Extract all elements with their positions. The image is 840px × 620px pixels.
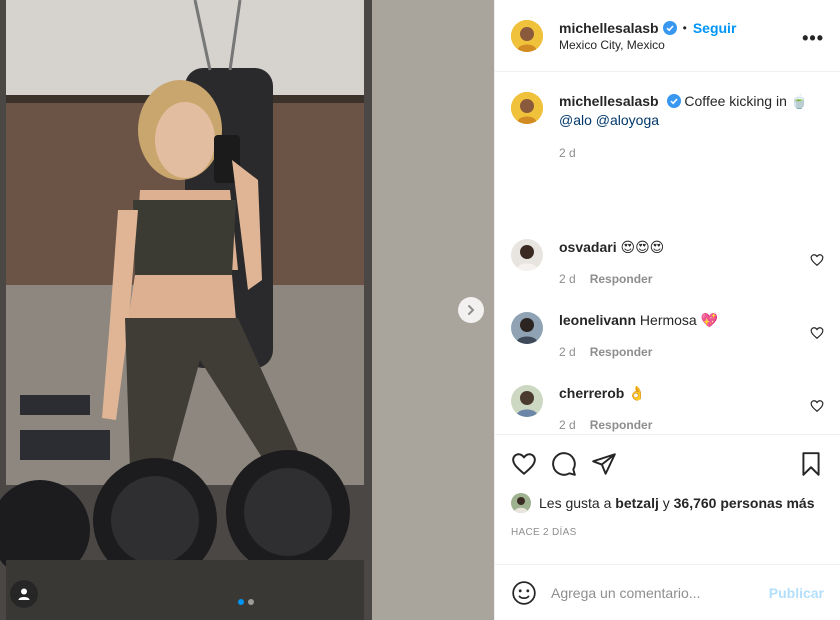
gym-mirror-selfie-image bbox=[0, 0, 494, 620]
post-caption: michellesalasb Coffee kicking in 🍵 @alo … bbox=[511, 72, 824, 163]
commenter-username[interactable]: osvadari bbox=[559, 239, 617, 255]
comment-like-icon[interactable] bbox=[810, 253, 824, 267]
instagram-post-modal: michellesalasb • Seguir Mexico City, Mex… bbox=[0, 0, 840, 620]
add-comment-bar: Publicar bbox=[495, 564, 840, 620]
comment-text: 👌 bbox=[628, 385, 646, 401]
follow-button[interactable]: Seguir bbox=[693, 20, 737, 36]
commenter-username[interactable]: leonelivann bbox=[559, 312, 636, 328]
comment-like-icon[interactable] bbox=[810, 326, 824, 340]
caption-text: Coffee kicking in 🍵 bbox=[684, 93, 809, 109]
user-tag-icon bbox=[18, 588, 30, 600]
caption-avatar[interactable] bbox=[511, 92, 543, 124]
likes-summary: Les gusta a betzalj y 36,760 personas má… bbox=[511, 493, 824, 513]
author-username[interactable]: michellesalasb bbox=[559, 20, 659, 36]
heart-icon[interactable] bbox=[511, 451, 537, 477]
author-avatar[interactable] bbox=[511, 19, 543, 52]
comment-time[interactable]: 2 d bbox=[559, 272, 576, 286]
liker-username[interactable]: betzalj bbox=[615, 495, 659, 511]
likes-prefix: Les gusta a bbox=[539, 495, 612, 511]
comment-time[interactable]: 2 d bbox=[559, 345, 576, 359]
posted-time[interactable]: HACE 2 DÍAS bbox=[511, 527, 824, 538]
liker-avatar[interactable] bbox=[511, 493, 531, 513]
comment-time[interactable]: 2 d bbox=[559, 418, 576, 432]
post-location[interactable]: Mexico City, Mexico bbox=[559, 38, 736, 52]
post-actions: Les gusta a betzalj y 36,760 personas má… bbox=[495, 434, 840, 564]
more-options-button[interactable]: ••• bbox=[802, 28, 824, 49]
comment-text: 😍😍😍 bbox=[620, 239, 665, 255]
verified-badge-icon bbox=[666, 94, 681, 108]
emoji-icon[interactable] bbox=[511, 580, 537, 606]
share-icon[interactable] bbox=[591, 451, 617, 477]
post-details-panel: michellesalasb • Seguir Mexico City, Mex… bbox=[494, 0, 840, 620]
likes-count[interactable]: 36,760 personas más bbox=[674, 495, 815, 511]
commenter-avatar[interactable] bbox=[511, 239, 543, 271]
separator-dot: • bbox=[682, 20, 687, 35]
comments-section: michellesalasb Coffee kicking in 🍵 @alo … bbox=[495, 72, 840, 434]
user-tag-button[interactable] bbox=[10, 580, 38, 608]
chevron-right-icon bbox=[468, 305, 475, 315]
reply-button[interactable]: Responder bbox=[590, 418, 653, 432]
reply-button[interactable]: Responder bbox=[590, 272, 653, 286]
comment-icon[interactable] bbox=[551, 451, 577, 477]
caption-mentions[interactable]: @alo @aloyoga bbox=[559, 111, 808, 130]
comment-like-icon[interactable] bbox=[810, 399, 824, 413]
caption-time[interactable]: 2 d bbox=[559, 144, 808, 163]
verified-badge-icon bbox=[662, 20, 677, 35]
bookmark-icon[interactable] bbox=[798, 451, 824, 477]
reply-button[interactable]: Responder bbox=[590, 345, 653, 359]
post-header: michellesalasb • Seguir Mexico City, Mex… bbox=[495, 0, 840, 72]
carousel-dot-active bbox=[238, 599, 244, 605]
comment-item: cherrerob 👌 2 d Responder bbox=[511, 385, 824, 432]
commenter-avatar[interactable] bbox=[511, 385, 543, 417]
likes-middle: y bbox=[662, 495, 670, 511]
carousel-dot bbox=[248, 599, 254, 605]
commenter-username[interactable]: cherrerob bbox=[559, 385, 624, 401]
post-photo[interactable] bbox=[0, 0, 494, 620]
publish-button[interactable]: Publicar bbox=[769, 585, 824, 601]
comment-item: leonelivann Hermosa 💖 2 d Responder bbox=[511, 312, 824, 359]
caption-username[interactable]: michellesalasb bbox=[559, 93, 659, 109]
carousel-indicator bbox=[238, 599, 254, 605]
comment-item: osvadari 😍😍😍 2 d Responder bbox=[511, 239, 824, 286]
commenter-avatar[interactable] bbox=[511, 312, 543, 344]
comment-text: Hermosa 💖 bbox=[639, 312, 719, 328]
next-photo-button[interactable] bbox=[458, 297, 484, 323]
comment-input[interactable] bbox=[551, 584, 769, 601]
